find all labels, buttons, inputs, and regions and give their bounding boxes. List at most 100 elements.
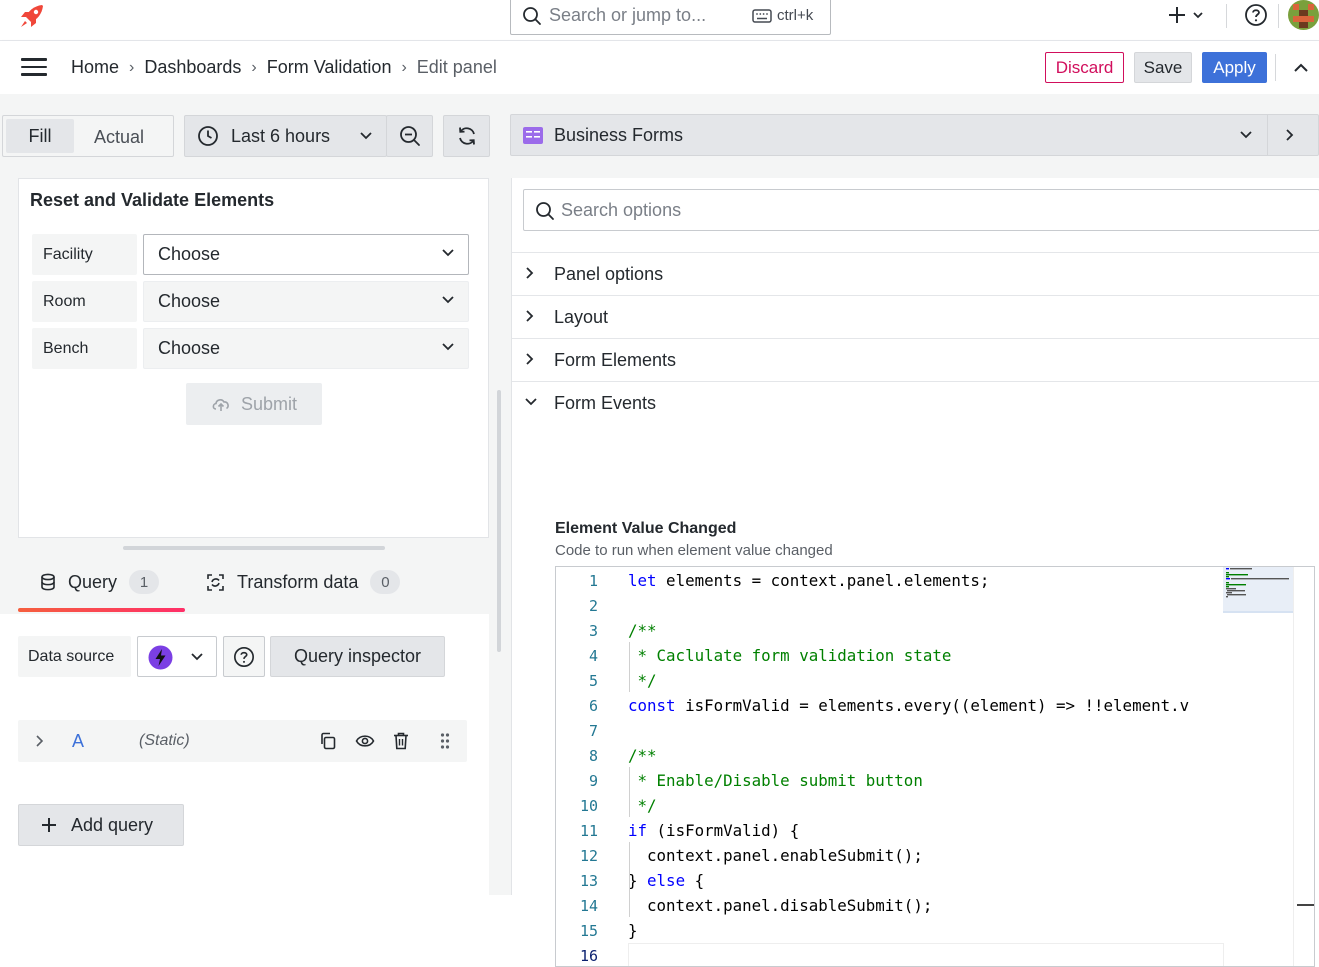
global-search[interactable]: Search or jump to... ctrl+k: [510, 0, 831, 35]
actual-option[interactable]: Actual: [94, 127, 144, 148]
search-icon: [523, 7, 541, 25]
breadcrumb-home[interactable]: Home: [71, 57, 119, 78]
submit-label: Submit: [240, 393, 298, 414]
query-inspector-button[interactable]: Query inspector: [270, 636, 445, 677]
tab-transform[interactable]: Transform data 0: [206, 570, 401, 594]
code-keyword: const: [628, 696, 676, 715]
query-count-badge: 1: [129, 570, 160, 594]
chevron-right-icon: ›: [129, 58, 135, 76]
code-editor[interactable]: 1 2 3 4 5 6 7 8 9 10 11 12 13 14 15 16 l…: [555, 566, 1315, 967]
line-number: 3: [588, 622, 598, 640]
new-menu-button[interactable]: [1166, 5, 1208, 27]
visualization-picker[interactable]: Business Forms: [510, 114, 1319, 156]
code-minimap[interactable]: [1223, 567, 1293, 966]
line-number: 4: [588, 647, 598, 665]
code-line: */: [628, 796, 657, 815]
plus-icon: [42, 818, 56, 832]
bench-label: Bench: [32, 328, 137, 369]
line-number: 8: [588, 747, 598, 765]
tab-transform-label: Transform data: [237, 571, 359, 592]
minimap-preview: [1223, 567, 1293, 613]
eye-icon[interactable]: [355, 733, 375, 749]
lightning-icon: [148, 645, 173, 670]
business-forms-icon: [523, 127, 543, 144]
zoom-out-button[interactable]: [386, 115, 433, 157]
scrollbar-marker: [1297, 904, 1314, 906]
expand-options-button[interactable]: [1268, 115, 1319, 155]
time-range-label: Last 6 hours: [231, 125, 331, 146]
line-number: 14: [579, 897, 598, 915]
help-icon: [1245, 4, 1267, 26]
top-bar: Search or jump to... ctrl+k: [0, 0, 1319, 41]
event-description: Code to run when element value changed: [555, 542, 833, 559]
zoom-out-icon: [399, 126, 420, 146]
grafana-logo-icon[interactable]: [18, 2, 46, 30]
chevron-right-icon[interactable]: [36, 735, 44, 747]
section-panel-options[interactable]: Panel options: [512, 252, 1319, 295]
nav-bar: Home › Dashboards › Form Validation › Ed…: [0, 41, 1319, 94]
bench-select[interactable]: Choose: [143, 328, 469, 369]
visualization-name: Business Forms: [554, 125, 684, 145]
collapse-button[interactable]: [1291, 61, 1311, 75]
section-form-events[interactable]: Form Events: [512, 381, 1319, 424]
fill-option[interactable]: Fill: [6, 119, 74, 153]
search-shortcut: ctrl+k: [777, 7, 814, 24]
discard-button[interactable]: Discard: [1045, 52, 1124, 83]
code-text: isFormValid = elements.every((element) =…: [675, 696, 1190, 715]
chevron-right-icon: [1286, 129, 1294, 141]
tab-query[interactable]: Query 1: [40, 570, 160, 594]
query-row: A (Static): [18, 720, 467, 762]
keyboard-icon: [752, 9, 772, 23]
clock-icon: [198, 126, 218, 146]
trash-icon[interactable]: [393, 732, 409, 750]
help-button[interactable]: [1244, 3, 1268, 27]
horizontal-splitter[interactable]: [123, 546, 385, 550]
copy-icon[interactable]: [319, 732, 337, 750]
topbar-divider: [1226, 4, 1227, 28]
line-number: 13: [579, 872, 598, 890]
section-form-elements[interactable]: Form Elements: [512, 338, 1319, 381]
code-line: let elements = context.panel.elements;: [628, 571, 989, 590]
database-icon: [41, 573, 55, 591]
code-text: {: [685, 871, 705, 890]
drag-handle-icon[interactable]: [440, 732, 450, 750]
line-number: 6: [588, 697, 598, 715]
chevron-right-icon: [526, 353, 534, 365]
facility-select[interactable]: Choose: [143, 234, 469, 275]
breadcrumb-dashboards[interactable]: Dashboards: [144, 57, 241, 78]
facility-label: Facility: [32, 234, 137, 275]
code-keyword: if: [628, 821, 648, 840]
chevron-right-icon: ›: [251, 58, 257, 76]
code-line: /**: [628, 746, 657, 765]
query-ref-id[interactable]: A: [72, 731, 84, 752]
data-source-picker[interactable]: [137, 636, 217, 677]
data-source-help-button[interactable]: [223, 636, 265, 677]
room-label: Room: [32, 281, 137, 322]
editor-scrollbar[interactable]: [1293, 567, 1314, 966]
options-search-placeholder: Search options: [561, 200, 682, 220]
help-icon: [234, 646, 254, 667]
save-button[interactable]: Save: [1134, 52, 1192, 83]
refresh-button[interactable]: [443, 115, 490, 157]
panel-editor: Fill Actual Last 6 hours Reset and Valid…: [0, 94, 1319, 967]
chevron-down-icon: [360, 132, 372, 140]
indent-guide: [629, 842, 630, 892]
options-search-input[interactable]: Search options: [523, 189, 1319, 231]
code-keyword: let: [628, 571, 657, 590]
add-query-button[interactable]: Add query: [18, 804, 184, 846]
vertical-splitter[interactable]: [497, 390, 501, 652]
breadcrumb: Home › Dashboards › Form Validation › Ed…: [71, 57, 497, 78]
chevron-down-icon: [1240, 131, 1252, 139]
submit-button[interactable]: Submit: [186, 383, 322, 425]
user-avatar[interactable]: [1288, 0, 1319, 30]
search-icon: [536, 202, 554, 220]
breadcrumb-dashboard[interactable]: Form Validation: [267, 57, 392, 78]
apply-button[interactable]: Apply: [1202, 52, 1267, 83]
room-select[interactable]: Choose: [143, 281, 469, 322]
line-number: 1: [588, 572, 598, 590]
time-range-picker[interactable]: Last 6 hours: [184, 115, 387, 157]
line-number: 16: [579, 947, 598, 965]
menu-toggle-button[interactable]: [21, 58, 47, 76]
section-layout[interactable]: Layout: [512, 295, 1319, 338]
view-mode-toggle: Fill Actual: [2, 115, 174, 157]
